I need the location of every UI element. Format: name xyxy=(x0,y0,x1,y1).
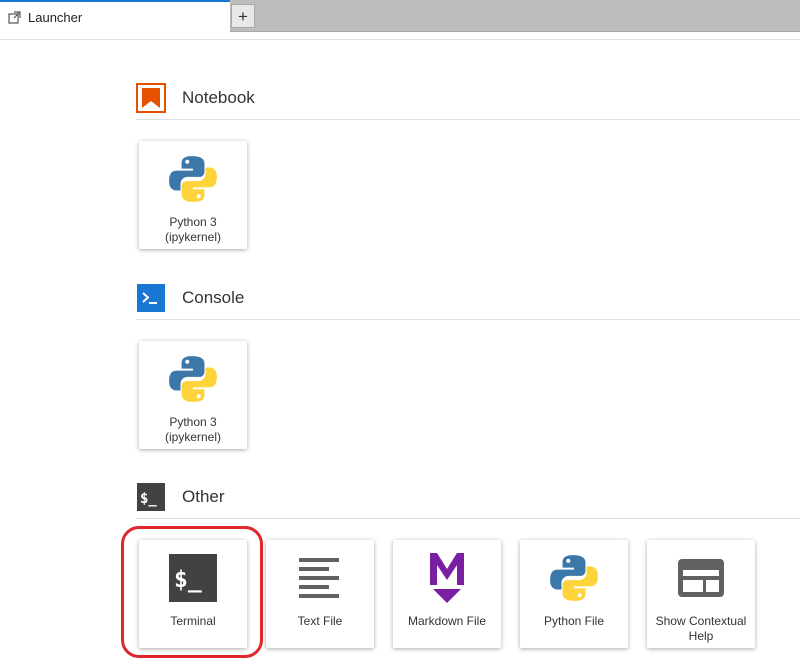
section-other-header: $_ Other xyxy=(136,475,800,519)
card-label: Python 3 (ipykernel) xyxy=(164,215,221,244)
launcher-card-console-python[interactable]: Python 3 (ipykernel) xyxy=(139,341,247,449)
section-title: Notebook xyxy=(182,87,255,107)
launcher-card-terminal[interactable]: $_ Terminal xyxy=(139,540,247,648)
contextual-help-icon xyxy=(647,550,755,606)
notebook-bookmark-icon xyxy=(136,82,166,113)
card-label: Markdown File xyxy=(407,614,487,628)
launcher-card-markdown-file[interactable]: Markdown File xyxy=(393,540,501,648)
python-logo-icon xyxy=(139,351,247,407)
terminal-icon: $_ xyxy=(136,482,166,512)
text-lines-icon xyxy=(266,550,374,606)
svg-text:$_: $_ xyxy=(140,491,157,507)
card-label: Python 3 (ipykernel) xyxy=(164,415,221,444)
python-logo-icon xyxy=(520,550,628,606)
tab-label: Launcher xyxy=(28,9,83,25)
launcher-card-text-file[interactable]: Text File xyxy=(266,540,374,648)
tab-launcher[interactable]: Launcher xyxy=(0,0,230,32)
card-label: Show Contextual Help xyxy=(655,614,747,643)
python-logo-icon xyxy=(139,151,247,207)
section-title: Console xyxy=(182,287,245,307)
svg-text:$_: $_ xyxy=(174,567,202,593)
card-label: Python File xyxy=(543,614,605,628)
section-console-header: Console xyxy=(136,276,800,320)
launcher-card-python-file[interactable]: Python File xyxy=(520,540,628,648)
terminal-icon: $_ xyxy=(139,550,247,606)
card-label: Text File xyxy=(297,614,343,628)
toolbar-strip xyxy=(0,32,800,40)
console-prompt-icon xyxy=(136,283,166,313)
section-title: Other xyxy=(182,486,225,506)
launcher-card-contextual-help[interactable]: Show Contextual Help xyxy=(647,540,755,648)
external-launch-icon xyxy=(8,10,22,24)
add-tab-button[interactable]: + xyxy=(231,4,255,28)
markdown-m-icon xyxy=(393,550,501,606)
tab-bar: Launcher + xyxy=(0,0,800,32)
launcher-card-notebook-python[interactable]: Python 3 (ipykernel) xyxy=(139,141,247,249)
card-label: Terminal xyxy=(170,614,216,628)
section-notebook-header: Notebook xyxy=(136,76,800,120)
